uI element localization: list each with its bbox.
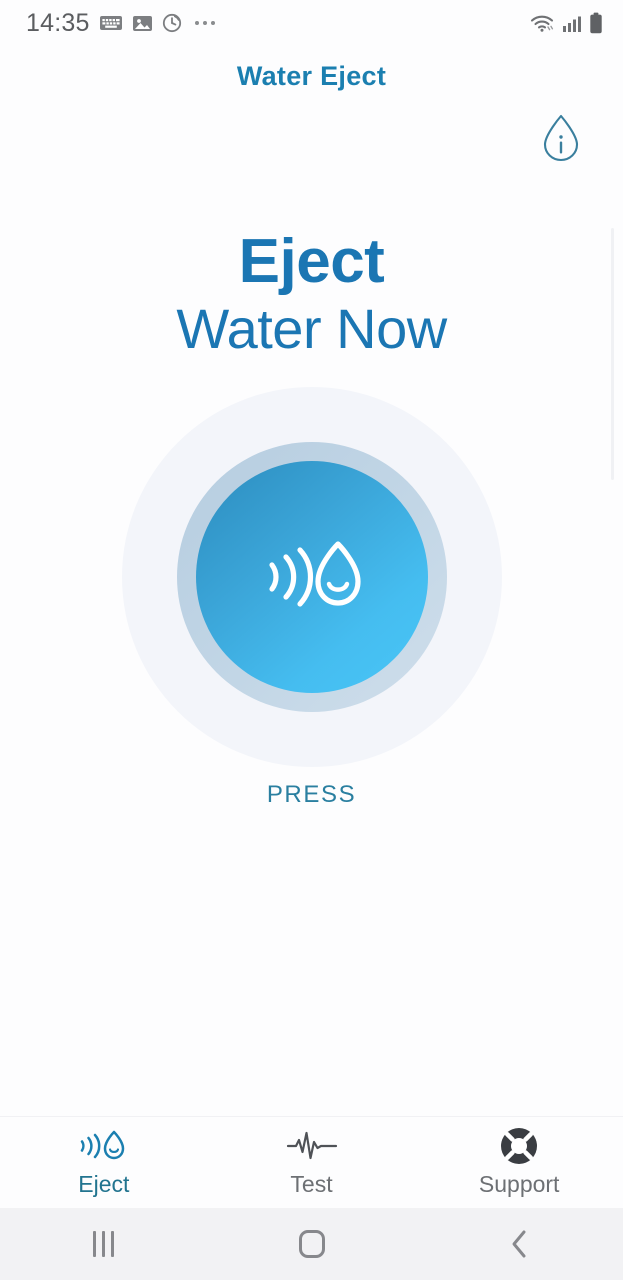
headline-line-2: Water Now bbox=[176, 297, 447, 361]
recents-icon[interactable] bbox=[0, 1208, 208, 1280]
tab-eject[interactable]: Eject bbox=[0, 1117, 208, 1208]
bottom-tab-bar: Eject Test Support bbox=[0, 1116, 623, 1208]
page-title: Water Eject bbox=[236, 60, 387, 91]
water-eject-icon bbox=[75, 1127, 133, 1165]
tab-label-eject: Eject bbox=[78, 1171, 130, 1197]
tab-test[interactable]: Test bbox=[208, 1117, 416, 1208]
main-content: Eject Water Now PRESS bbox=[0, 170, 623, 1116]
cellular-signal-icon bbox=[562, 13, 582, 33]
eject-water-button[interactable] bbox=[195, 460, 428, 693]
status-bar: 14:35 bbox=[0, 0, 623, 46]
home-icon[interactable] bbox=[208, 1208, 416, 1280]
status-bar-right bbox=[529, 12, 603, 34]
keyboard-icon bbox=[99, 14, 123, 32]
water-eject-icon bbox=[252, 534, 372, 620]
wifi-icon bbox=[529, 13, 555, 33]
scrollbar[interactable] bbox=[611, 228, 614, 480]
tab-label-test: Test bbox=[290, 1171, 333, 1197]
info-row bbox=[0, 106, 623, 170]
battery-icon bbox=[589, 12, 603, 34]
lifebuoy-icon bbox=[499, 1127, 539, 1165]
headline-line-1: Eject bbox=[238, 227, 385, 296]
status-bar-clock: 14:35 bbox=[26, 8, 90, 37]
overflow-dots-icon bbox=[194, 21, 215, 25]
info-droplet-icon[interactable] bbox=[539, 112, 583, 164]
back-icon[interactable] bbox=[415, 1208, 623, 1280]
eject-button-area bbox=[121, 386, 502, 767]
pulse-wave-icon bbox=[285, 1127, 339, 1165]
app-header: Water Eject bbox=[0, 46, 623, 106]
phone-screen: 14:35 Water Eject Eject Water Now PRESS … bbox=[0, 0, 623, 1280]
tab-label-support: Support bbox=[478, 1171, 560, 1197]
image-icon bbox=[132, 14, 153, 33]
status-bar-left: 14:35 bbox=[26, 9, 215, 38]
alarm-icon bbox=[162, 13, 182, 33]
press-label: PRESS bbox=[266, 780, 357, 808]
headline: Eject Water Now bbox=[176, 227, 447, 361]
android-nav-bar bbox=[0, 1208, 623, 1280]
tab-support[interactable]: Support bbox=[415, 1117, 623, 1208]
